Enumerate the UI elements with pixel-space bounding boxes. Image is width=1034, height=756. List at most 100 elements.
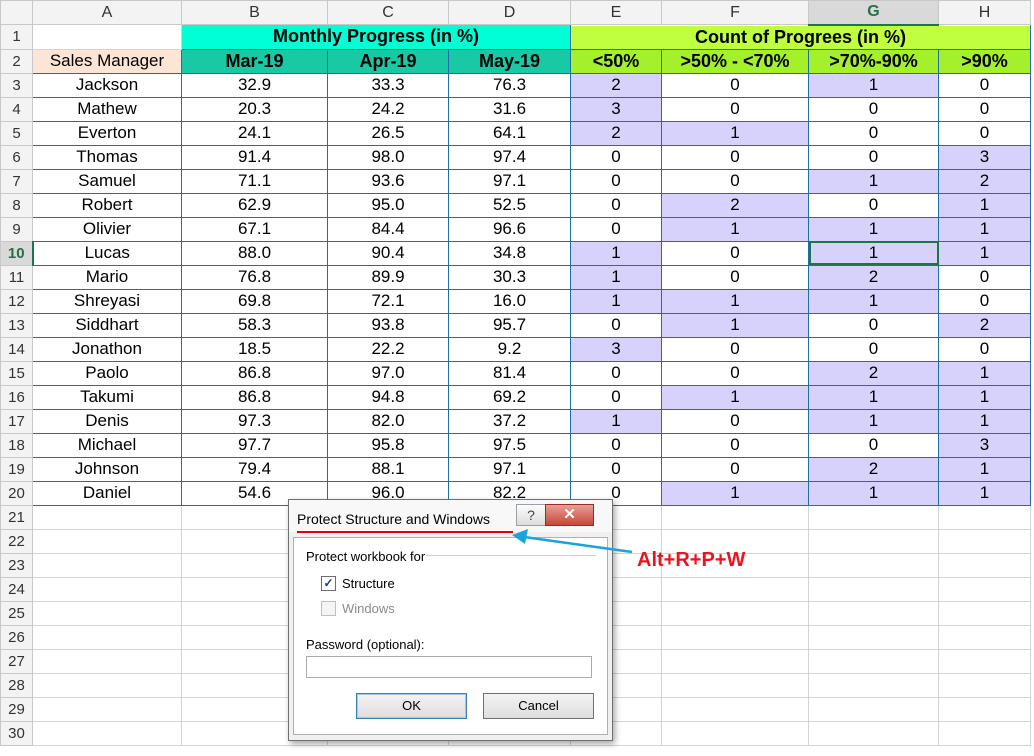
manager-name-cell[interactable]: Shreyasi [32,288,182,314]
count-cell[interactable]: 0 [661,264,809,290]
cell[interactable] [32,624,182,650]
manager-name-cell[interactable]: Daniel [32,480,182,506]
count-cell[interactable]: 0 [661,336,809,362]
count-cell[interactable]: 1 [808,216,939,242]
progress-cell[interactable]: 88.0 [181,240,328,266]
count-cell[interactable]: 0 [570,168,662,194]
cell[interactable] [808,672,939,698]
progress-cell[interactable]: 82.0 [327,408,449,434]
progress-cell[interactable]: 76.8 [181,264,328,290]
cell[interactable] [938,528,1031,554]
cell[interactable] [938,720,1031,746]
count-cell[interactable]: 0 [661,72,809,98]
count-cell[interactable]: 0 [938,336,1031,362]
progress-cell[interactable]: 97.1 [448,456,571,482]
count-cell[interactable]: 2 [808,264,939,290]
row-header[interactable]: 5 [0,120,33,146]
manager-name-cell[interactable]: Mathew [32,96,182,122]
progress-cell[interactable]: 97.0 [327,360,449,386]
cell[interactable] [808,600,939,626]
row-header[interactable]: 14 [0,336,33,362]
row-header[interactable]: 28 [0,672,33,698]
cell[interactable] [938,624,1031,650]
row-header[interactable]: 11 [0,264,33,290]
cell[interactable] [32,600,182,626]
count-cell[interactable]: 0 [808,144,939,170]
bucket-header[interactable]: <50% [570,48,662,74]
count-cell[interactable]: 0 [661,360,809,386]
row-header[interactable]: 22 [0,528,33,554]
row-header[interactable]: 13 [0,312,33,338]
progress-cell[interactable]: 64.1 [448,120,571,146]
cell[interactable] [32,528,182,554]
count-cell[interactable]: 1 [938,240,1031,266]
progress-cell[interactable]: 97.7 [181,432,328,458]
count-cell[interactable]: 1 [808,408,939,434]
count-cell[interactable]: 0 [938,96,1031,122]
progress-cell[interactable]: 93.6 [327,168,449,194]
row-header[interactable]: 30 [0,720,33,746]
progress-cell[interactable]: 90.4 [327,240,449,266]
row-header[interactable]: 16 [0,384,33,410]
progress-cell[interactable]: 67.1 [181,216,328,242]
row-header[interactable]: 2 [0,48,33,74]
count-cell[interactable]: 2 [808,456,939,482]
row-header[interactable]: 17 [0,408,33,434]
count-cell[interactable]: 2 [570,72,662,98]
count-cell[interactable]: 0 [808,192,939,218]
progress-cell[interactable]: 34.8 [448,240,571,266]
manager-name-cell[interactable]: Mario [32,264,182,290]
progress-cell[interactable]: 94.8 [327,384,449,410]
count-cell[interactable]: 1 [661,384,809,410]
password-input[interactable] [306,656,592,678]
progress-cell[interactable]: 26.5 [327,120,449,146]
manager-name-cell[interactable]: Michael [32,432,182,458]
count-cell[interactable]: 0 [661,168,809,194]
cell[interactable] [661,624,809,650]
progress-cell[interactable]: 76.3 [448,72,571,98]
cell[interactable] [661,672,809,698]
bucket-header[interactable]: >70%-90% [808,48,939,74]
progress-cell[interactable]: 33.3 [327,72,449,98]
row-header[interactable]: 27 [0,648,33,674]
progress-cell[interactable]: 16.0 [448,288,571,314]
progress-cell[interactable]: 84.4 [327,216,449,242]
column-header-h[interactable]: H [938,0,1031,25]
count-cell[interactable]: 1 [661,480,809,506]
count-cell[interactable]: 1 [661,120,809,146]
count-cell[interactable]: 1 [808,72,939,98]
cell[interactable] [32,576,182,602]
row-header[interactable]: 1 [0,24,33,50]
cell[interactable] [661,696,809,722]
manager-name-cell[interactable]: Denis [32,408,182,434]
row-header[interactable]: 7 [0,168,33,194]
row-header[interactable]: 23 [0,552,33,578]
column-header-c[interactable]: C [327,0,449,25]
cancel-button[interactable]: Cancel [483,693,594,719]
progress-cell[interactable]: 95.8 [327,432,449,458]
progress-cell[interactable]: 97.5 [448,432,571,458]
progress-cell[interactable]: 20.3 [181,96,328,122]
count-cell[interactable]: 1 [570,408,662,434]
count-cell[interactable]: 1 [808,240,939,266]
row-header[interactable]: 26 [0,624,33,650]
month-header[interactable]: Apr-19 [327,48,449,74]
count-cell[interactable]: 1 [808,384,939,410]
progress-cell[interactable]: 86.8 [181,384,328,410]
cell[interactable] [938,696,1031,722]
cell[interactable] [32,552,182,578]
count-cell[interactable]: 3 [938,432,1031,458]
cell[interactable] [32,24,182,50]
cell[interactable] [808,696,939,722]
manager-name-cell[interactable]: Samuel [32,168,182,194]
manager-name-cell[interactable]: Siddhart [32,312,182,338]
cell[interactable] [661,648,809,674]
progress-cell[interactable]: 37.2 [448,408,571,434]
row-header[interactable]: 24 [0,576,33,602]
progress-cell[interactable]: 97.3 [181,408,328,434]
count-cell[interactable]: 0 [570,192,662,218]
progress-cell[interactable]: 93.8 [327,312,449,338]
progress-cell[interactable]: 69.8 [181,288,328,314]
manager-name-cell[interactable]: Paolo [32,360,182,386]
count-cell[interactable]: 1 [938,384,1031,410]
